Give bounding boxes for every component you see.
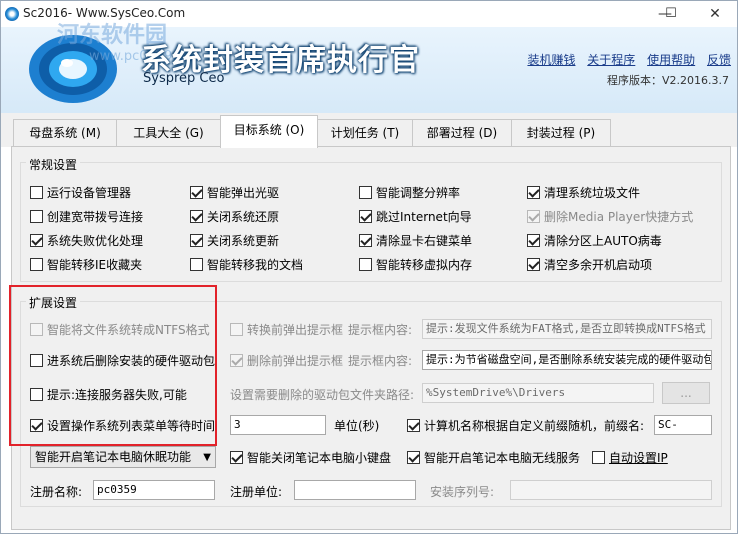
general-settings-title: 常规设置 (26, 156, 81, 173)
checkbox-checked-icon (230, 353, 243, 367)
wait-time-input[interactable]: 3 (230, 415, 326, 435)
checkbox-unchecked-icon (30, 185, 43, 199)
close-button[interactable]: ✕ (695, 3, 735, 25)
cb-remove-media-player[interactable]: 删除Media Player快捷方式 (527, 208, 693, 224)
chevron-down-icon: ▼ (203, 452, 211, 463)
app-window: Sc2016- Www.SysCeo.Com — ☐ ✕ 河东软件园 www.p… (0, 0, 738, 534)
reg-unit-input[interactable] (294, 480, 416, 500)
app-icon (5, 7, 19, 21)
link-about[interactable]: 关于程序 (587, 53, 635, 67)
cb-failure-optimize[interactable]: 系统失败优化处理 (30, 232, 143, 248)
link-help[interactable]: 使用帮助 (647, 53, 695, 67)
prompt-content-label-2: 提示框内容: (348, 354, 413, 368)
checkbox-checked-icon (527, 185, 540, 199)
checkbox-unchecked-icon (592, 450, 605, 464)
link-earn[interactable]: 装机赚钱 (527, 53, 575, 67)
checkbox-checked-icon (407, 418, 420, 432)
checkbox-checked-icon (230, 450, 243, 464)
tab-bar: 母盘系统 (M) 工具大全 (G) 目标系统 (O) 计划任务 (T) 部署过程… (1, 113, 737, 148)
unit-seconds-label: 单位(秒) (334, 419, 380, 433)
tab-deploy[interactable]: 部署过程 (D) (412, 119, 512, 147)
tab-master-system[interactable]: 母盘系统 (M) (13, 119, 117, 147)
checkbox-checked-icon (527, 233, 540, 247)
browse-button[interactable]: ... (662, 382, 710, 404)
highlight-annotation-box (9, 285, 217, 446)
checkbox-unchecked-icon (230, 322, 243, 336)
cb-clear-autorun-virus[interactable]: 清除分区上AUTO病毒 (527, 232, 662, 248)
maximize-button[interactable]: ☐ (651, 3, 691, 25)
cb-delete-prompt[interactable]: 删除前弹出提示框 (230, 352, 343, 368)
cb-close-numpad[interactable]: 智能关闭笔记本电脑小键盘 (230, 449, 391, 465)
checkbox-checked-icon (527, 209, 540, 223)
app-subtitle: Sysprep Ceo (143, 71, 225, 86)
cb-disable-restore[interactable]: 关闭系统还原 (190, 208, 279, 224)
convert-prompt-input[interactable]: 提示:发现文件系统为FAT格式,是否立即转换成NTFS格式 (422, 319, 712, 339)
checkbox-checked-icon (30, 233, 43, 247)
checkbox-checked-icon (359, 209, 372, 223)
header-links: 装机赚钱 关于程序 使用帮助 反馈 (519, 51, 731, 68)
cb-random-computer-name[interactable]: 计算机名称根据自定义前缀随机，前缀名: (407, 417, 644, 433)
checkbox-unchecked-icon (30, 257, 43, 271)
checkbox-checked-icon (407, 450, 420, 464)
reg-name-input[interactable]: pc0359 (93, 480, 215, 500)
app-header: 河东软件园 www.pc0359.cn 系统封装首席执行官 Sysprep Ce… (1, 23, 737, 113)
reg-name-label: 注册名称: (30, 485, 83, 499)
serial-label: 安装序列号: (430, 485, 495, 499)
cb-disable-update[interactable]: 关闭系统更新 (190, 232, 279, 248)
checkbox-checked-icon (190, 233, 203, 247)
cb-convert-prompt[interactable]: 转换前弹出提示框 (230, 321, 343, 337)
cb-wireless-service[interactable]: 智能开启笔记本电脑无线服务 (407, 449, 580, 465)
tab-target-system[interactable]: 目标系统 (O) (220, 115, 318, 148)
checkbox-unchecked-icon (30, 209, 43, 223)
prompt-content-label: 提示框内容: (348, 323, 413, 337)
cb-auto-eject-cd[interactable]: 智能弹出光驱 (190, 184, 279, 200)
tab-tools[interactable]: 工具大全 (G) (116, 119, 221, 147)
checkbox-unchecked-icon (190, 257, 203, 271)
prefix-input[interactable]: SC- (654, 415, 712, 435)
cb-move-pagefile[interactable]: 智能转移虚拟内存 (359, 256, 472, 272)
checkbox-unchecked-icon (359, 257, 372, 271)
checkbox-unchecked-icon (359, 185, 372, 199)
tab-sysprep[interactable]: 封装过程 (P) (511, 119, 611, 147)
reg-unit-label: 注册单位: (230, 485, 283, 499)
sleep-mode-select[interactable]: 智能开启笔记本电脑休眠功能 ▼ (30, 446, 216, 468)
cb-clear-gpu-menu[interactable]: 清除显卡右键菜单 (359, 232, 472, 248)
cb-auto-resolution[interactable]: 智能调整分辨率 (359, 184, 460, 200)
cb-create-dialup[interactable]: 创建宽带拨号连接 (30, 208, 143, 224)
serial-input[interactable] (510, 480, 712, 500)
cb-skip-internet-wizard[interactable]: 跳过Internet向导 (359, 208, 472, 224)
version-label: 程序版本：V2.2016.3.7 (606, 74, 729, 87)
cb-auto-ip[interactable]: 自动设置IP (592, 449, 668, 465)
checkbox-checked-icon (359, 233, 372, 247)
driver-path-input[interactable]: %SystemDrive%\Drivers (422, 383, 654, 403)
cb-clean-junk[interactable]: 清理系统垃圾文件 (527, 184, 640, 200)
cb-clear-startup[interactable]: 清空多余开机启动项 (527, 256, 652, 272)
delete-prompt-input[interactable]: 提示:为节省磁盘空间,是否删除系统安装完成的硬件驱动包 (422, 350, 712, 370)
checkbox-checked-icon (527, 257, 540, 271)
driver-path-label: 设置需要删除的驱动包文件夹路径: (230, 388, 415, 402)
tab-scheduled-tasks[interactable]: 计划任务 (T) (317, 119, 413, 147)
cb-move-ie-favorites[interactable]: 智能转移IE收藏夹 (30, 256, 142, 272)
checkbox-checked-icon (190, 185, 203, 199)
checkbox-checked-icon (190, 209, 203, 223)
cb-move-documents[interactable]: 智能转移我的文档 (190, 256, 303, 272)
link-feedback[interactable]: 反馈 (707, 53, 731, 67)
cb-run-device-manager[interactable]: 运行设备管理器 (30, 184, 131, 200)
